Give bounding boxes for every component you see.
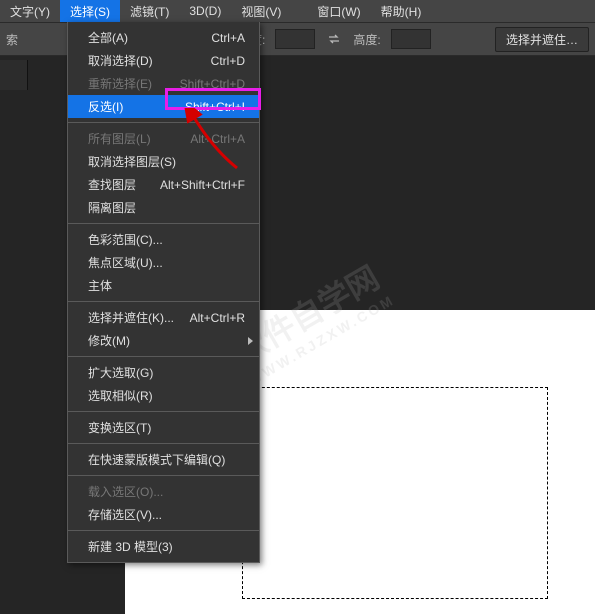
height-input[interactable]: [391, 29, 431, 49]
menu-item[interactable]: 新建 3D 模型(3): [68, 535, 259, 558]
menu-item-label: 新建 3D 模型(3): [88, 538, 173, 555]
swap-icon[interactable]: [325, 30, 343, 48]
menu-item[interactable]: 反选(I) Shift+Ctrl+I: [68, 95, 259, 118]
menu-item-label: 全部(A): [88, 29, 128, 46]
menu-item[interactable]: 焦点区域(U)...: [68, 251, 259, 274]
menu-item[interactable]: 在快速蒙版模式下编辑(Q): [68, 448, 259, 471]
menu-item-label: 查找图层: [88, 176, 136, 193]
menu-item-shortcut: Shift+Ctrl+I: [185, 100, 245, 114]
menu-item[interactable]: 色彩范围(C)...: [68, 228, 259, 251]
menu-item-shortcut: Alt+Ctrl+R: [190, 311, 245, 325]
menu-item-shortcut: Ctrl+D: [211, 54, 245, 68]
width-input[interactable]: [275, 29, 315, 49]
menu-item-label: 存储选区(V)...: [88, 506, 162, 523]
menu-window[interactable]: 窗口(W): [307, 0, 370, 22]
menu-item-label: 扩大选取(G): [88, 364, 153, 381]
menu-item-label: 取消选择(D): [88, 52, 153, 69]
menu-item-label: 载入选区(O)...: [88, 483, 163, 500]
menu-item-shortcut: Alt+Ctrl+A: [190, 132, 245, 146]
menu-item: 载入选区(O)...: [68, 480, 259, 503]
panel-tab[interactable]: [0, 60, 28, 90]
menu-item-label: 焦点区域(U)...: [88, 254, 163, 271]
menu-item-shortcut: Alt+Shift+Ctrl+F: [160, 178, 245, 192]
search-label: 索: [6, 31, 18, 48]
menu-item[interactable]: 存储选区(V)...: [68, 503, 259, 526]
menu-item-label: 隔离图层: [88, 199, 136, 216]
menu-item[interactable]: 修改(M): [68, 329, 259, 352]
menu-item[interactable]: 主体: [68, 274, 259, 297]
menu-item[interactable]: 扩大选取(G): [68, 361, 259, 384]
menu-item[interactable]: 选择并遮住(K)... Alt+Ctrl+R: [68, 306, 259, 329]
menu-filter[interactable]: 滤镜(T): [120, 0, 179, 22]
menu-item-label: 取消选择图层(S): [88, 153, 176, 170]
menu-item-label: 在快速蒙版模式下编辑(Q): [88, 451, 225, 468]
menu-item-shortcut: Ctrl+A: [211, 31, 245, 45]
chevron-right-icon: [248, 337, 253, 345]
menu-select[interactable]: 选择(S): [60, 0, 120, 22]
menu-item[interactable]: 全部(A) Ctrl+A: [68, 26, 259, 49]
menu-3d[interactable]: 3D(D): [179, 0, 231, 22]
menu-item: 所有图层(L) Alt+Ctrl+A: [68, 127, 259, 150]
select-menu-dropdown: 全部(A) Ctrl+A 取消选择(D) Ctrl+D 重新选择(E) Shift+Ctr…: [67, 22, 260, 563]
select-and-mask-button[interactable]: 选择并遮住…: [495, 27, 589, 52]
menu-item-label: 所有图层(L): [88, 130, 151, 147]
menu-item-shortcut: Shift+Ctrl+D: [180, 77, 245, 91]
menu-item-label: 反选(I): [88, 98, 123, 115]
menu-item-label: 色彩范围(C)...: [88, 231, 163, 248]
menu-item-label: 选择并遮住(K)...: [88, 309, 174, 326]
menu-item-label: 修改(M): [88, 332, 130, 349]
menu-item[interactable]: 取消选择图层(S): [68, 150, 259, 173]
menu-text[interactable]: 文字(Y): [0, 0, 60, 22]
menu-item[interactable]: 隔离图层: [68, 196, 259, 219]
menu-help[interactable]: 帮助(H): [371, 0, 432, 22]
menu-item[interactable]: 取消选择(D) Ctrl+D: [68, 49, 259, 72]
menu-item[interactable]: 变换选区(T): [68, 416, 259, 439]
menu-item-label: 重新选择(E): [88, 75, 152, 92]
menu-view[interactable]: 视图(V): [231, 0, 291, 22]
menu-item-label: 选取相似(R): [88, 387, 153, 404]
height-label: 高度:: [353, 31, 380, 48]
menu-item-label: 变换选区(T): [88, 419, 151, 436]
menu-item[interactable]: 查找图层 Alt+Shift+Ctrl+F: [68, 173, 259, 196]
menubar: 文字(Y) 选择(S) 滤镜(T) 3D(D) 视图(V) 窗口(W) 帮助(H…: [0, 0, 595, 22]
menu-item[interactable]: 选取相似(R): [68, 384, 259, 407]
menu-item-label: 主体: [88, 277, 112, 294]
menu-item: 重新选择(E) Shift+Ctrl+D: [68, 72, 259, 95]
